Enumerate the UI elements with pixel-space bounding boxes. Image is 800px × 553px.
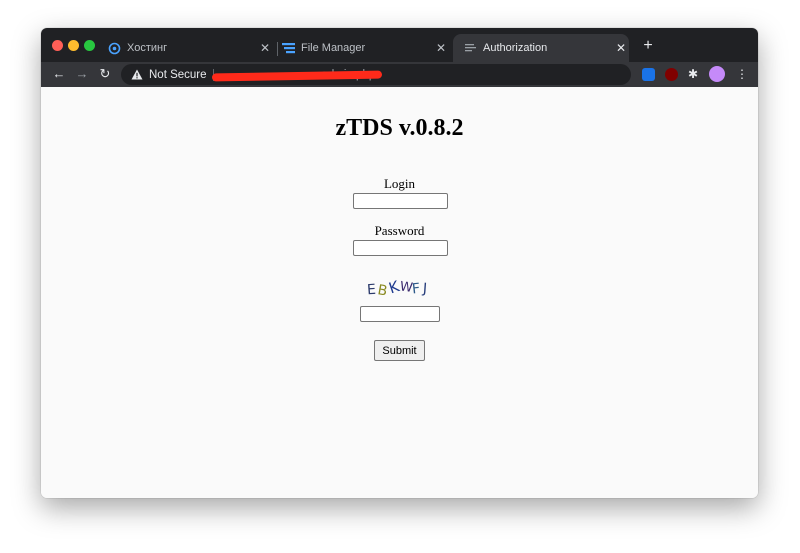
document-favicon-icon xyxy=(463,41,477,55)
login-input[interactable] xyxy=(353,193,448,209)
tab-hosting[interactable]: Хостинг ✕ xyxy=(107,34,273,62)
captcha-char: J xyxy=(421,281,427,297)
file-manager-favicon-icon xyxy=(281,41,295,55)
close-tab-icon[interactable]: ✕ xyxy=(613,41,629,55)
tab-file-manager[interactable]: File Manager ✕ xyxy=(281,34,449,62)
extensions-puzzle-icon[interactable]: ✱ xyxy=(688,68,701,81)
page-content: zTDS v.0.8.2 Login Password E B K W F J … xyxy=(41,87,758,498)
security-status[interactable]: Not Secure xyxy=(149,69,207,81)
password-label: Password xyxy=(374,223,425,238)
close-window-button[interactable] xyxy=(52,40,63,51)
page-title: zTDS v.0.8.2 xyxy=(335,115,464,141)
reload-icon[interactable]: ↻ xyxy=(97,66,113,82)
tab-title: Хостинг xyxy=(127,42,168,54)
captcha-char: B xyxy=(376,282,388,299)
minimize-window-button[interactable] xyxy=(68,40,79,51)
address-bar[interactable]: Not Secure admin.php ☆ xyxy=(121,64,653,85)
tab-separator xyxy=(277,42,278,56)
login-label: Login xyxy=(383,176,416,191)
menu-dots-icon[interactable]: ⋮ xyxy=(736,66,748,82)
profile-avatar[interactable] xyxy=(709,66,725,82)
address-url[interactable]: admin.php xyxy=(211,69,382,81)
captcha-input[interactable] xyxy=(360,306,440,322)
tab-title: File Manager xyxy=(301,42,366,54)
browser-window: Хостинг ✕ File Manager ✕ Authorization ✕… xyxy=(41,28,758,498)
captcha-char: E xyxy=(367,282,377,299)
password-input[interactable] xyxy=(353,240,448,256)
extension-icon[interactable] xyxy=(642,68,655,81)
tab-authorization[interactable]: Authorization ✕ xyxy=(453,34,629,62)
new-tab-button[interactable]: + xyxy=(639,37,657,55)
back-arrow-icon[interactable]: ← xyxy=(51,66,67,82)
ublock-extension-icon[interactable] xyxy=(665,68,678,81)
hosting-favicon-icon xyxy=(107,41,121,55)
warning-triangle-icon xyxy=(131,69,143,81)
close-tab-icon[interactable]: ✕ xyxy=(433,41,449,55)
captcha-char: F xyxy=(411,281,421,298)
tab-strip: Хостинг ✕ File Manager ✕ Authorization ✕… xyxy=(41,28,758,62)
maximize-window-button[interactable] xyxy=(84,40,95,51)
submit-button[interactable]: Submit xyxy=(374,340,425,361)
captcha-image: E B K W F J xyxy=(367,277,428,299)
forward-arrow-icon[interactable]: → xyxy=(74,66,90,82)
close-tab-icon[interactable]: ✕ xyxy=(257,41,273,55)
tab-title: Authorization xyxy=(483,42,548,54)
browser-toolbar: ← → ↻ Not Secure admin.php ☆ ✱ ⋮ xyxy=(41,62,758,87)
